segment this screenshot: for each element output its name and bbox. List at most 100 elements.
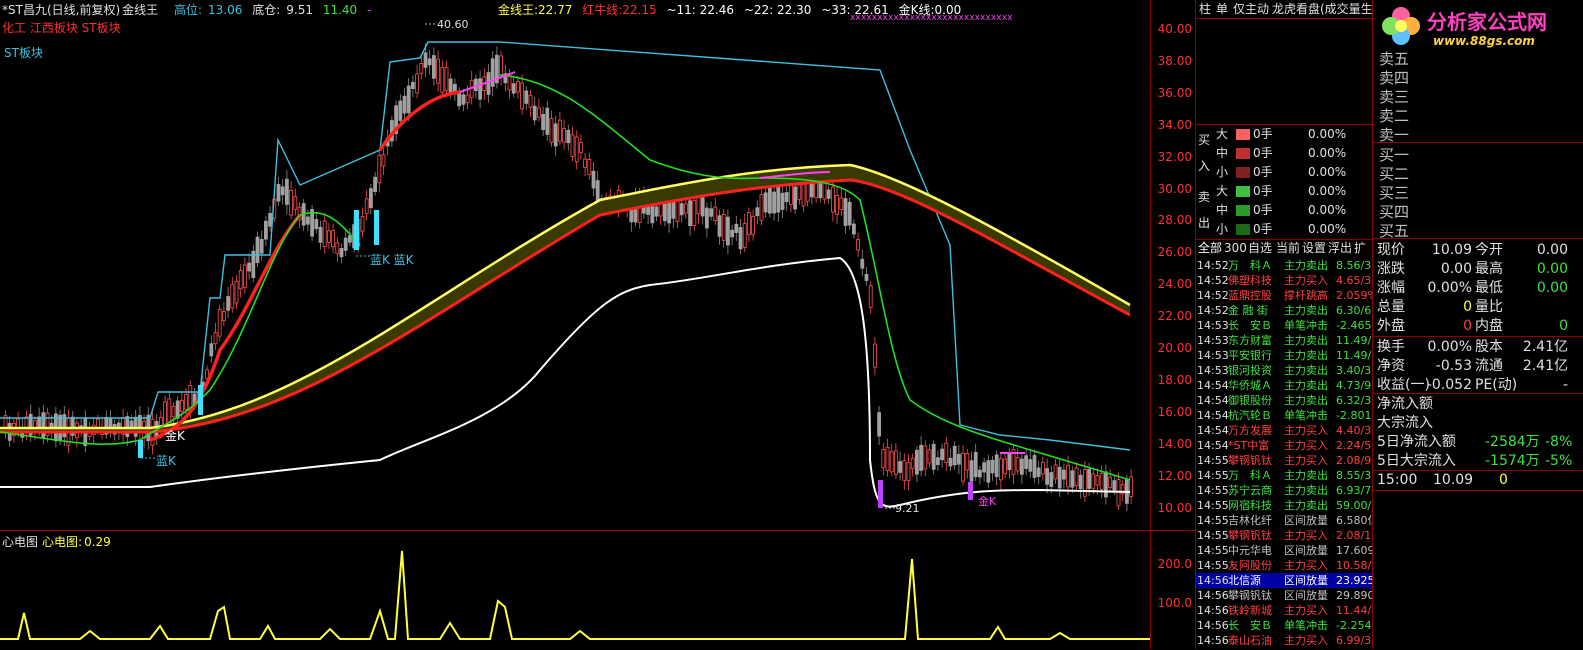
price-tick: 10.00 (1157, 500, 1192, 515)
trade-row[interactable]: 14:55 苏宁云商 主力卖出 6.93/7 (1196, 483, 1373, 498)
buy-level[interactable]: 买一 (1379, 144, 1409, 165)
sell-level[interactable]: 卖三 (1379, 86, 1409, 107)
tab-single[interactable]: 单 (1216, 0, 1228, 18)
flow-volume: 0手 (1253, 165, 1273, 179)
trade-name: 北信源 (1228, 574, 1261, 587)
goldk-label: 金K (165, 429, 185, 443)
trade-row[interactable]: 14:55吉林化纤区间放量 6.580亿 (1196, 513, 1373, 528)
list-tab-current[interactable]: 当前 (1276, 240, 1300, 256)
quote-value-2: 0.00 (1536, 242, 1568, 258)
ecg-panel[interactable]: 心电图 心电图: 0.29 (0, 530, 1150, 650)
sell-level[interactable]: 卖二 (1379, 105, 1409, 126)
5d-block-row: 5日大宗流入 -1574万 -5% (1373, 451, 1583, 471)
buy-level[interactable]: 买三 (1379, 182, 1409, 203)
quote-label: 涨跌 (1377, 261, 1405, 277)
trade-row[interactable]: 14:55 攀钢钒钛 主力买入 2.08/9 (1196, 453, 1373, 468)
trade-row[interactable]: 14:52蓝鼎控股撑杆跳高 2.059% (1196, 288, 1373, 303)
trade-row[interactable]: 14:54 杭汽轮Ｂ 单笔冲击 -2.801 (1196, 408, 1373, 423)
quote-label: 外盘 (1377, 318, 1405, 334)
trade-row[interactable]: 14:52 佛塑科技 主力买入 4.65/3 (1196, 273, 1373, 288)
trade-time: 14:55 (1197, 499, 1229, 512)
trade-row[interactable]: 14:54 万方发展 主力买入 4.40/3 (1196, 423, 1373, 438)
block-flow-label: 大宗流入 (1377, 415, 1433, 431)
price-tick: 32.00 (1157, 149, 1192, 164)
5d-block-value: -1574万 (1485, 453, 1540, 469)
kline-svg: xxxxxxxxxxxxxxxxxxxxxxxxxxxxxx (0, 13, 1133, 512)
tab-column[interactable]: 柱 (1199, 0, 1211, 18)
quote-value: 10.09 (1431, 242, 1472, 258)
trade-time: 14:54 (1197, 409, 1229, 422)
trade-name: 长 安Ｂ (1228, 619, 1272, 632)
trade-time: 14:56 (1197, 574, 1229, 587)
trade-value: 2.059% (1336, 289, 1373, 302)
list-tab-settings[interactable]: 设置 (1302, 240, 1326, 256)
trade-row[interactable]: 14:55 中元华电 区间放量 17.609 (1196, 543, 1373, 558)
quote-label-2: 股本 (1475, 339, 1503, 355)
trade-row[interactable]: 14:56 铁岭新城 主力买入 11.44/ (1196, 603, 1373, 618)
trade-row[interactable]: 14:54 华侨城Ａ 主力卖出 4.73/9 (1196, 378, 1373, 393)
trade-row[interactable]: 14:55 友阿股份 主力买入 10.58/ (1196, 558, 1373, 573)
trade-value: 6.93/7 (1336, 484, 1372, 497)
5d-block-pct: -5% (1545, 453, 1573, 469)
trade-value: 11.44/ (1336, 604, 1372, 617)
list-tab-300[interactable]: 300 (1224, 240, 1247, 256)
list-tab-watch[interactable]: 自选 (1248, 240, 1272, 256)
trade-row[interactable]: 14:55 万 科Ａ 主力卖出 8.55/3 (1196, 468, 1373, 483)
trade-row[interactable]: 14:56 泰山石油 主力买入 6.99/3 (1196, 633, 1373, 648)
trade-row[interactable]: 14:56 攀钢钒钛 区间放量 29.890 (1196, 588, 1373, 603)
trade-value: -2.801 (1336, 409, 1372, 422)
tick-time: 15:00 (1377, 472, 1418, 488)
buy-level[interactable]: 买四 (1379, 201, 1409, 222)
trade-row[interactable]: 14:55 攀钢钒钛 主力买入 2.08/1 (1196, 528, 1373, 543)
trade-name: 东方财富 (1228, 334, 1272, 347)
trade-row[interactable]: 14:52 金 融 街 主力卖出 6.30/6 (1196, 303, 1373, 318)
trade-time: 14:55 (1197, 544, 1229, 557)
trade-value: 4.73/9 (1336, 379, 1372, 392)
trade-action: 单笔冲击 (1284, 619, 1328, 632)
trade-row[interactable]: 14:53 长 安Ｂ 单笔冲击 -2.465 (1196, 318, 1373, 333)
trade-name: 银河投资 (1228, 364, 1272, 377)
trade-action: 撑杆跳高 (1284, 289, 1328, 302)
trade-row[interactable]: 14:54 *ST中富 主力买入 2.24/5 (1196, 438, 1373, 453)
white-support-line (0, 256, 1131, 508)
trade-time: 14:53 (1197, 334, 1229, 347)
trade-action: 主力卖出 (1284, 394, 1328, 407)
kline-chart[interactable]: *ST昌九(日线,前复权) 金线王 高位: 13.06 底仓: 9.51 11.40 … (0, 0, 1150, 530)
trade-time: 14:52 (1197, 304, 1229, 317)
list-tab-float[interactable]: 浮出 (1328, 240, 1352, 256)
flow-swatch (1236, 205, 1250, 216)
buy-level[interactable]: 买二 (1379, 163, 1409, 184)
tab-dragon-tiger[interactable]: 龙虎看盘(成交量生 (1272, 0, 1373, 18)
trade-action: 主力买入 (1284, 559, 1328, 572)
trade-name: 杭汽轮Ｂ (1228, 409, 1272, 422)
flow-pct: 0.00% (1308, 127, 1347, 141)
trade-value: 6.99/3 (1336, 634, 1372, 647)
price-tick: 28.00 (1157, 213, 1192, 228)
sell-level[interactable]: 卖四 (1379, 67, 1409, 88)
trade-row[interactable]: 14:53 东方财富 主力卖出 11.49/ (1196, 333, 1373, 348)
trade-value: 23.925 (1336, 574, 1373, 587)
trade-row[interactable]: 14:53 平安银行 主力卖出 11.49/ (1196, 348, 1373, 363)
trade-value: 11.49/ (1336, 334, 1372, 347)
list-tab-expand[interactable]: 扩 (1354, 240, 1366, 256)
trade-row[interactable]: 14:56 长 安Ｂ 单笔冲击 -2.254 (1196, 618, 1373, 633)
flow-row: 小 0手 0.00% (1196, 222, 1373, 237)
5d-net-pct: -8% (1545, 434, 1573, 450)
trade-row[interactable]: 14:55 网宿科技 主力卖出 59.00/ (1196, 498, 1373, 513)
trade-row[interactable]: 14:54 御银股份 主力卖出 6.32/3 (1196, 393, 1373, 408)
trade-row[interactable]: 14:53 银河投资 主力卖出 3.40/3 (1196, 363, 1373, 378)
purple-bar-1 (878, 480, 883, 508)
tab-active-only[interactable]: 仅主动 (1233, 0, 1269, 18)
list-tab-all[interactable]: 全部 (1198, 240, 1222, 256)
ecg-tick-100: 100.0 (1157, 596, 1192, 610)
gold-line (0, 163, 1131, 430)
flow-pct: 0.00% (1308, 165, 1347, 179)
trade-time: 14:55 (1197, 469, 1229, 482)
flow-row: 中 0手 0.00% (1196, 203, 1373, 218)
trade-row[interactable]: 14:56 北信源 区间放量 23.925 (1196, 573, 1373, 588)
sell-level[interactable]: 卖五 (1379, 48, 1409, 69)
flow-swatch (1236, 167, 1250, 178)
trade-row[interactable]: 14:52 万 科Ａ 主力卖出 8.56/3 (1196, 258, 1373, 273)
trade-time: 14:53 (1197, 319, 1229, 332)
trade-time: 14:54 (1197, 424, 1229, 437)
